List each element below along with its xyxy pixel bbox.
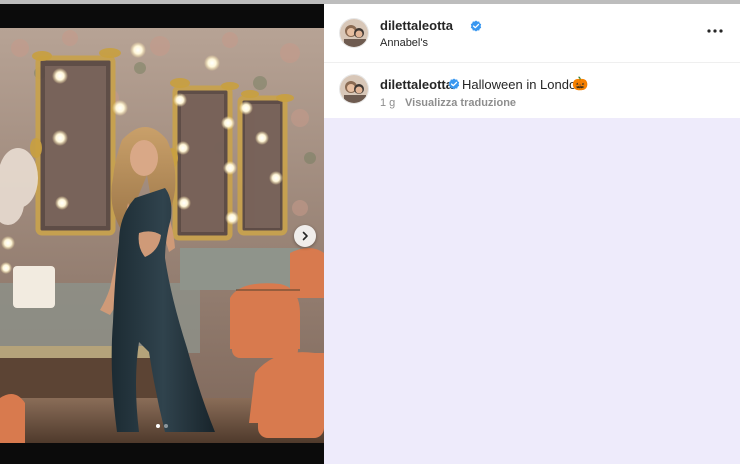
carousel-dot-active (156, 424, 160, 428)
author-username[interactable]: dilettaleotta (380, 18, 453, 33)
post-media-pane (0, 4, 324, 464)
post-details-pane: dilettaleotta Annabel's dilettaleotta Ha… (324, 4, 740, 464)
post-location[interactable]: Annabel's (380, 37, 428, 49)
post-info-panel: dilettaleotta Annabel's dilettaleotta Ha… (324, 4, 740, 118)
post-photo-illustration (0, 28, 324, 443)
more-horizontal-icon (707, 29, 723, 33)
chevron-right-icon (302, 231, 308, 241)
caption-username[interactable]: dilettaleotta (380, 77, 453, 92)
avatar-image (340, 19, 368, 47)
carousel-indicator (0, 424, 324, 428)
more-options-button[interactable] (706, 24, 724, 38)
carousel-dot (164, 424, 168, 428)
pumpkin-emoji-icon: 🎃 (572, 76, 589, 91)
see-translation-link[interactable]: Visualizza traduzione (405, 97, 516, 109)
caption-text: Halloween in London (462, 77, 584, 92)
verified-badge-icon (448, 78, 460, 90)
author-avatar[interactable] (340, 19, 368, 47)
post-photo (0, 28, 324, 443)
next-slide-button[interactable] (294, 225, 316, 247)
post-time[interactable]: 1 g (380, 97, 395, 109)
verified-badge-icon (470, 20, 482, 32)
caption-author-avatar[interactable] (340, 75, 368, 103)
post-header: dilettaleotta Annabel's (324, 4, 740, 63)
avatar-image (340, 75, 368, 103)
